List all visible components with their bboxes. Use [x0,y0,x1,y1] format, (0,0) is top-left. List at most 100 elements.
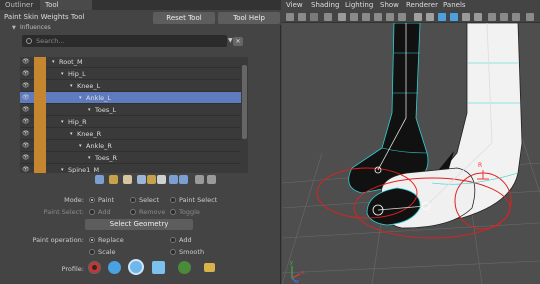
expand-arrow-icon[interactable]: ▾ [70,83,73,89]
viewport-scene[interactable]: R y x z [282,23,540,284]
paint-select-add-radio[interactable] [89,209,95,215]
visibility-eye-icon[interactable]: 👁 [22,155,30,161]
mirror-icon[interactable] [179,175,188,184]
tab-outliner[interactable]: Outliner [0,0,40,10]
menu-shading[interactable]: Shading [311,1,339,9]
influence-row[interactable]: 👁 ▾ Spine1_M [20,164,247,173]
smooth-shade-icon[interactable] [426,13,434,21]
xray-joints-icon[interactable] [512,13,520,21]
lock-toggle-icon[interactable] [34,80,46,92]
visibility-eye-icon[interactable]: 👁 [22,131,30,137]
isolate-icon[interactable] [488,13,496,21]
reset-tool-button[interactable]: Reset Tool [153,12,215,24]
tab-tool-settings[interactable]: Tool Settings [40,0,92,19]
shadows-icon[interactable] [474,13,482,21]
op-replace-radio[interactable] [89,237,95,243]
lock-toggle-icon[interactable] [34,164,46,173]
visibility-eye-icon[interactable]: 👁 [22,167,30,173]
influence-row[interactable]: 👁 ▾ Knee_R [20,128,247,140]
tool-help-button[interactable]: Tool Help [218,12,280,24]
influence-row[interactable]: 👁 ▾ Ankle_R [20,140,247,152]
resolution-gate-icon[interactable] [362,13,370,21]
camera-lock-icon[interactable] [298,13,306,21]
search-input[interactable]: Search... ✕ [22,35,243,47]
lock-toggle-icon[interactable] [34,57,46,68]
gate-mask-icon[interactable] [374,13,382,21]
expand-arrow-icon[interactable]: ▾ [61,167,64,173]
grid-icon[interactable] [338,13,346,21]
influence-row[interactable]: 👁 ▾ Hip_L [20,68,247,80]
visibility-eye-icon[interactable]: 👁 [22,95,30,101]
op-add-radio[interactable] [170,237,176,243]
expand-arrow-icon[interactable]: ▾ [88,107,91,113]
flood-icon[interactable] [169,175,178,184]
visibility-eye-icon[interactable]: 👁 [22,119,30,125]
menu-lighting[interactable]: Lighting [345,1,373,9]
expand-arrow-icon[interactable]: ▾ [61,119,64,125]
3d-viewport[interactable]: View Shading Lighting Show Renderer Pane… [282,0,540,284]
remove-influence-icon[interactable] [137,175,146,184]
op-smooth-radio[interactable] [170,249,176,255]
mode-select-radio[interactable] [130,197,136,203]
influence-row[interactable]: 👁 ▾ Ankle_L [20,92,247,104]
list-view-icon[interactable] [195,175,204,184]
select-geometry-button[interactable]: Select Geometry [85,219,193,230]
paint-select-toggle-radio[interactable] [170,209,176,215]
profile-solid-icon[interactable] [128,259,144,275]
expand-arrow-icon[interactable]: ▾ [88,155,91,161]
textured-icon[interactable] [450,13,458,21]
menu-view[interactable]: View [286,1,303,9]
collapse-arrow-icon[interactable]: ▼ [12,25,16,31]
expand-arrow-icon[interactable]: ▾ [79,95,82,101]
mode-paint-radio[interactable] [89,197,95,203]
expand-arrow-icon[interactable]: ▾ [70,131,73,137]
sort-icon[interactable] [95,175,104,184]
search-options-chevron-down-icon[interactable]: ▼ [228,37,233,44]
bookmarks-icon[interactable] [310,13,318,21]
browse-folder-icon[interactable] [204,263,215,272]
influence-list-scrollbar[interactable] [241,57,248,173]
influence-row[interactable]: 👁 ▾ Knee_L [20,80,247,92]
wireframe-icon[interactable] [414,13,422,21]
influences-header[interactable]: Influences [20,24,51,31]
profile-soft-icon[interactable] [108,261,121,274]
lock-toggle-icon[interactable] [34,152,46,164]
influence-row[interactable]: 👁 ▾ Toes_L [20,104,247,116]
mode-paint-select-radio[interactable] [170,197,176,203]
visibility-eye-icon[interactable]: 👁 [22,59,30,65]
xray-icon[interactable] [500,13,508,21]
safe-action-icon[interactable] [398,13,406,21]
profile-square-icon[interactable] [152,261,165,274]
lock-toggle-icon[interactable] [34,116,46,128]
lock-toggle-icon[interactable] [34,104,46,116]
lights-icon[interactable] [462,13,470,21]
scroll-thumb[interactable] [242,65,247,139]
film-gate-icon[interactable] [350,13,358,21]
unlock-weights-icon[interactable] [157,175,166,184]
lock-toggle-icon[interactable] [34,68,46,80]
clear-search-icon[interactable]: ✕ [233,37,243,46]
expand-arrow-icon[interactable]: ▾ [79,143,82,149]
lock-toggle-icon[interactable] [34,92,46,104]
menu-show[interactable]: Show [380,1,399,9]
expand-arrow-icon[interactable]: ▾ [61,71,64,77]
menu-renderer[interactable]: Renderer [406,1,438,9]
visibility-eye-icon[interactable]: 👁 [22,143,30,149]
visibility-eye-icon[interactable]: 👁 [22,107,30,113]
op-scale-radio[interactable] [89,249,95,255]
move-up-icon[interactable] [109,175,118,184]
influence-row[interactable]: 👁 ▾ Root_M [20,57,247,68]
image-plane-icon[interactable] [324,13,332,21]
lock-toggle-icon[interactable] [34,128,46,140]
more-icon[interactable] [526,13,534,21]
influence-row[interactable]: 👁 ▾ Hip_R [20,116,247,128]
visibility-eye-icon[interactable]: 👁 [22,71,30,77]
expand-arrow-icon[interactable]: ▾ [52,59,55,65]
menu-panels[interactable]: Panels [443,1,466,9]
wireframe-on-shaded-icon[interactable] [438,13,446,21]
lock-weights-icon[interactable] [147,175,156,184]
lock-toggle-icon[interactable] [34,140,46,152]
paint-select-remove-radio[interactable] [130,209,136,215]
influence-row[interactable]: 👁 ▾ Toes_R [20,152,247,164]
visibility-eye-icon[interactable]: 👁 [22,83,30,89]
